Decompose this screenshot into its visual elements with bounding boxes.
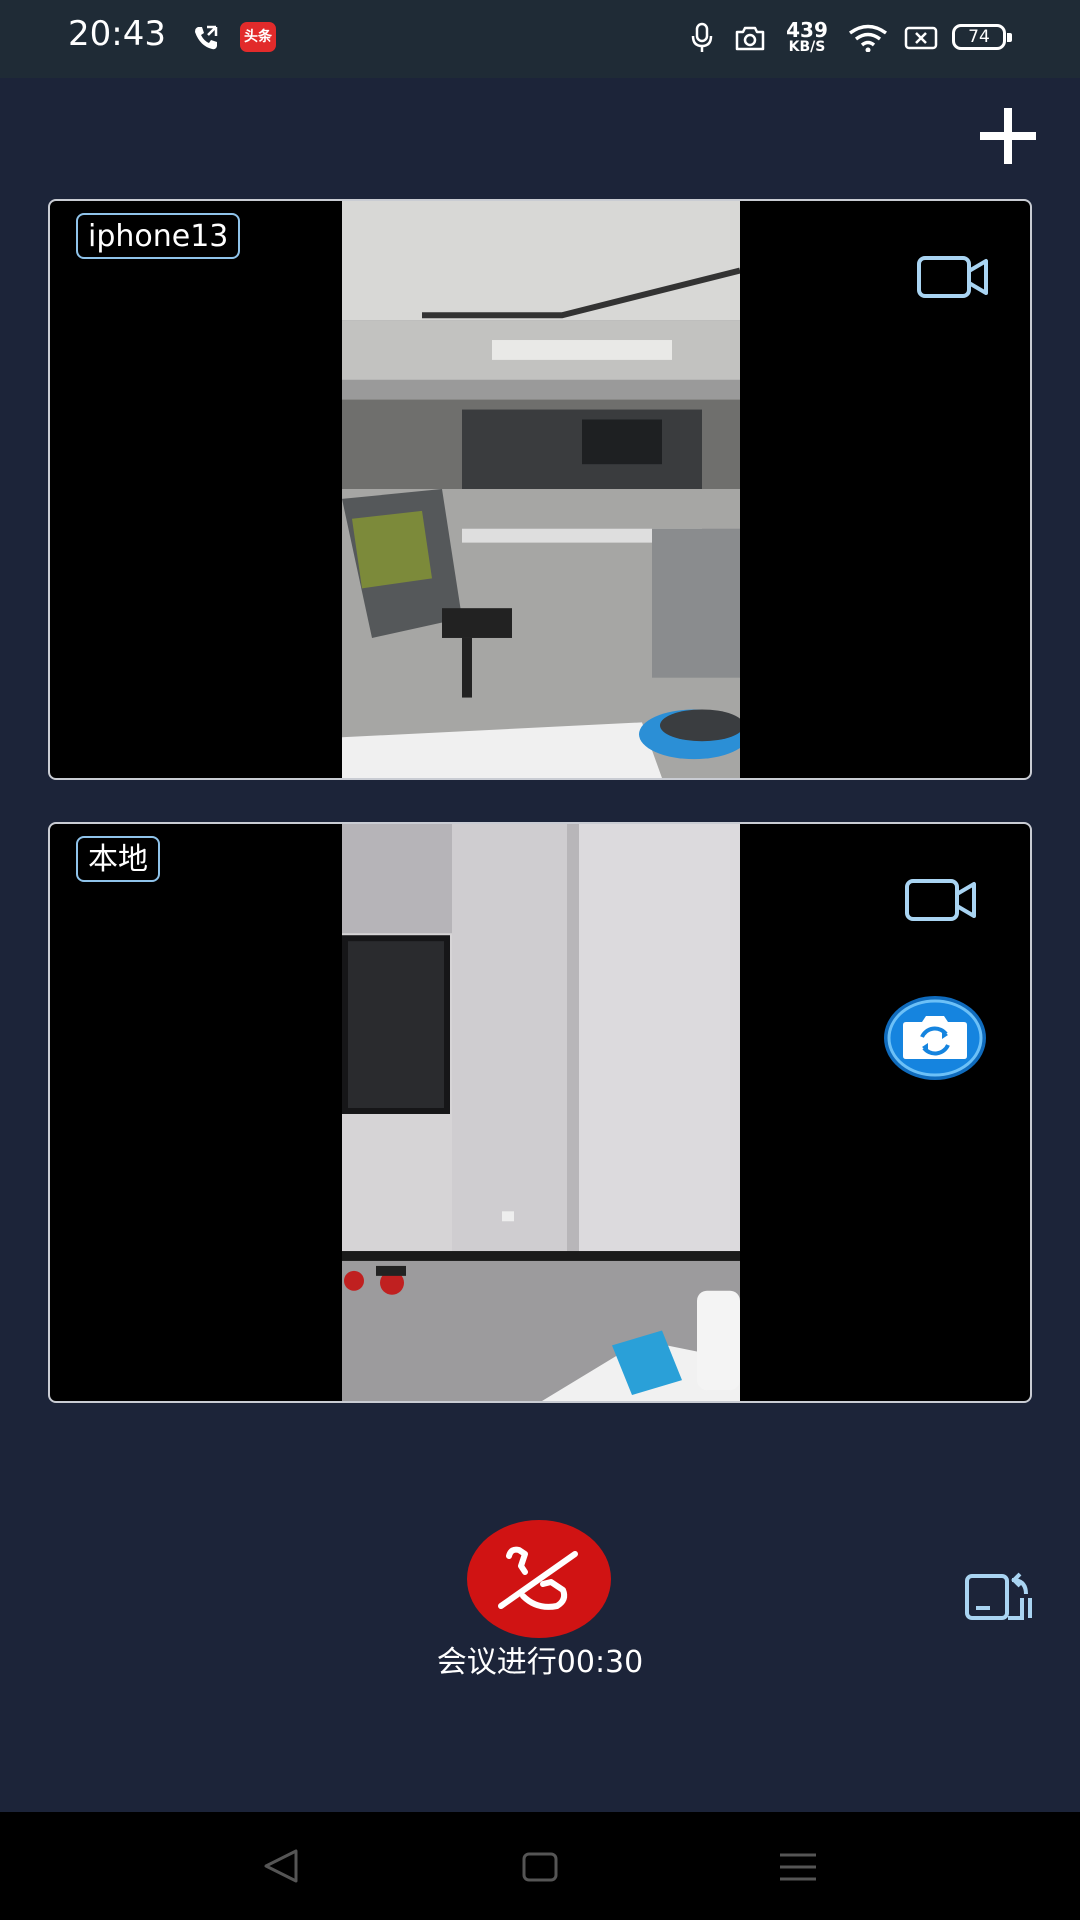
participant-name-tag: 本地 (76, 836, 160, 882)
hangup-button[interactable] (467, 1520, 611, 1638)
local-video-card[interactable]: 本地 (48, 822, 1032, 1403)
add-participant-button[interactable] (976, 104, 1040, 168)
status-time: 20:43 (68, 14, 166, 54)
home-icon[interactable] (522, 1852, 558, 1882)
mic-icon (691, 22, 713, 52)
news-app-icon: 头条 (240, 22, 276, 52)
battery-icon: 74 (952, 24, 1012, 50)
navigation-bar (0, 1812, 1080, 1920)
video-camera-icon[interactable] (916, 255, 990, 299)
meeting-status-text: 会议进行00:30 (436, 1645, 644, 1680)
no-sim-icon (904, 26, 938, 50)
wifi-icon (848, 24, 888, 52)
switch-camera-icon[interactable] (882, 994, 988, 1082)
remote-video-feed (342, 201, 740, 778)
status-bar: 20:43 头条 439 KB/S 74 (0, 0, 1080, 78)
net-speed: 439 KB/S (786, 18, 828, 55)
rotate-screen-icon[interactable] (964, 1570, 1038, 1622)
call-icon (195, 25, 218, 50)
back-icon[interactable] (262, 1848, 300, 1884)
camera-icon (735, 26, 765, 51)
participant-name-tag: iphone13 (76, 213, 241, 259)
local-video-feed (342, 824, 740, 1401)
remote-video-card[interactable]: iphone13 (48, 199, 1032, 780)
video-camera-icon[interactable] (904, 878, 978, 922)
menu-icon[interactable] (780, 1852, 816, 1882)
